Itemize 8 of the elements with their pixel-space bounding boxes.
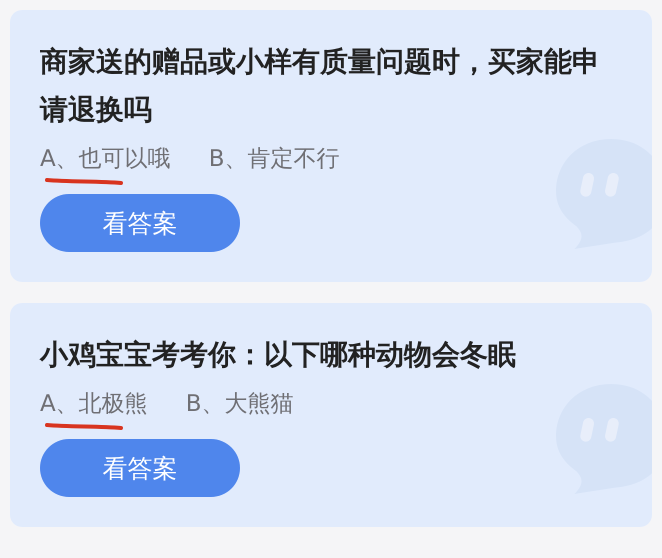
answer-option: A、也可以哦: [40, 146, 171, 172]
question-text: 商家送的赠品或小样有质量问题时，买家能申请退换吗: [40, 44, 601, 128]
view-answer-button[interactable]: 看答案: [40, 194, 240, 252]
question-text: 小鸡宝宝考考你：以下哪种动物会冬眠: [40, 337, 517, 373]
answer-option: B、大熊猫: [186, 391, 294, 417]
view-answer-button[interactable]: 看答案: [40, 439, 240, 497]
answer-option: A、北极熊: [40, 391, 148, 417]
answer-option: B、肯定不行: [208, 146, 340, 172]
